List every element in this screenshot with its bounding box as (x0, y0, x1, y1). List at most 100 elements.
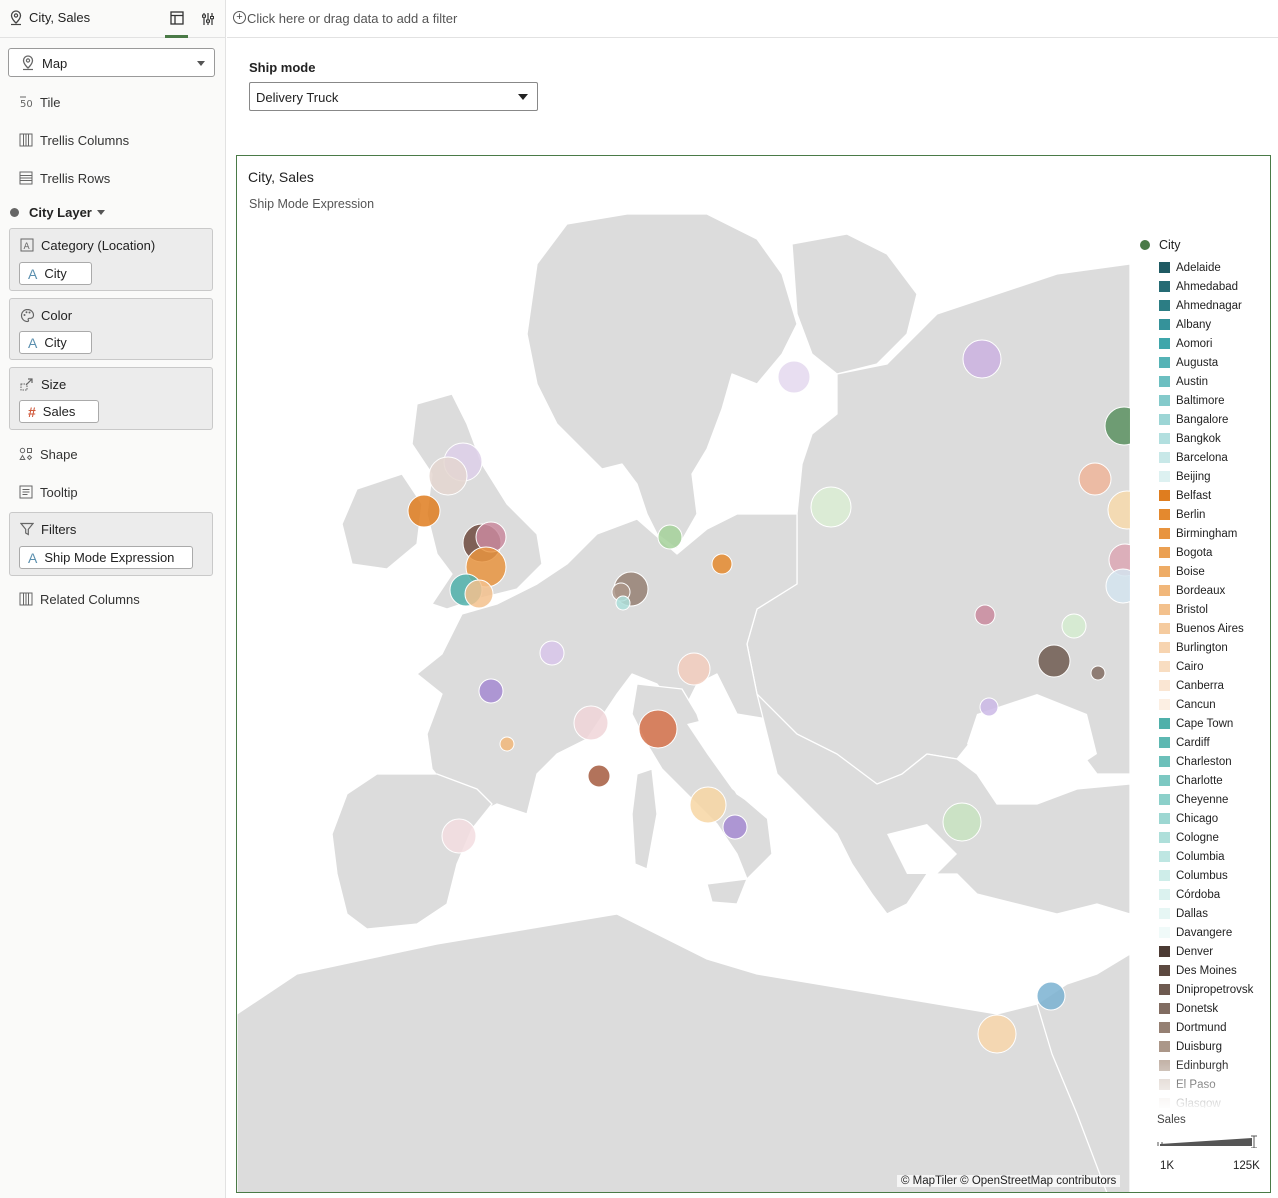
sales-bubble[interactable] (1036, 981, 1066, 1011)
size-edge[interactable]: Size # Sales (9, 367, 213, 430)
sales-bubble[interactable] (711, 553, 733, 575)
legend-item[interactable]: Columbus (1137, 866, 1267, 885)
layer-selector[interactable]: City Layer (10, 205, 105, 220)
filters-edge[interactable]: Filters A Ship Mode Expression (9, 512, 213, 576)
properties-tab-icon[interactable] (198, 0, 218, 38)
sales-bubble[interactable] (942, 802, 982, 842)
legend-item[interactable]: Austin (1137, 372, 1267, 391)
legend-item[interactable]: Albany (1137, 315, 1267, 334)
legend-item[interactable]: Buenos Aires (1137, 619, 1267, 638)
sales-bubble[interactable] (810, 486, 852, 528)
legend-item[interactable]: Columbia (1137, 847, 1267, 866)
sales-bubble[interactable] (1090, 665, 1106, 681)
legend-item[interactable]: Baltimore (1137, 391, 1267, 410)
sales-bubble[interactable] (1061, 613, 1087, 639)
chevron-down-icon (96, 210, 105, 215)
legend-item[interactable]: Des Moines (1137, 961, 1267, 980)
legend-item[interactable]: Charleston (1137, 752, 1267, 771)
legend-item[interactable]: Bristol (1137, 600, 1267, 619)
legend-item[interactable]: Córdoba (1137, 885, 1267, 904)
pill-label: Sales (42, 404, 76, 419)
legend-item[interactable]: Dortmund (1137, 1018, 1267, 1037)
sales-bubble[interactable] (615, 595, 631, 611)
category-city-pill[interactable]: A City (19, 262, 92, 285)
legend-item[interactable]: Boise (1137, 562, 1267, 581)
legend-swatch (1159, 1041, 1170, 1052)
legend-item[interactable]: Ahmedabad (1137, 277, 1267, 296)
sales-bubble[interactable] (573, 705, 609, 741)
sales-bubble[interactable] (638, 709, 678, 749)
legend-item[interactable]: Dnipropetrovsk (1137, 980, 1267, 999)
color-edge[interactable]: Color A City (9, 298, 213, 360)
sales-bubble[interactable] (1037, 644, 1071, 678)
sales-bubble[interactable] (428, 456, 468, 496)
map-canvas[interactable] (237, 214, 1130, 1193)
sales-bubble[interactable] (539, 640, 565, 666)
tooltip-row[interactable]: Tooltip (18, 482, 78, 502)
ship-mode-dropdown[interactable]: Delivery Truck (249, 82, 538, 111)
legend-item[interactable]: Augusta (1137, 353, 1267, 372)
legend-item[interactable]: Bangalore (1137, 410, 1267, 429)
legend-item[interactable]: Cheyenne (1137, 790, 1267, 809)
legend-item[interactable]: Chicago (1137, 809, 1267, 828)
legend-item[interactable]: Cancun (1137, 695, 1267, 714)
legend-item[interactable]: Burlington (1137, 638, 1267, 657)
legend-item[interactable]: Cairo (1137, 657, 1267, 676)
legend-item[interactable]: Duisburg (1137, 1037, 1267, 1056)
sales-bubble[interactable] (979, 697, 999, 717)
legend-item[interactable]: Davangere (1137, 923, 1267, 942)
sales-bubble[interactable] (1078, 462, 1112, 496)
sales-bubble[interactable] (722, 814, 748, 840)
legend-item[interactable]: Aomori (1137, 334, 1267, 353)
sales-bubble[interactable] (499, 736, 515, 752)
legend-label: Donetsk (1176, 1002, 1219, 1015)
sales-bubble[interactable] (974, 604, 996, 626)
viz-type-dropdown[interactable]: Map (8, 48, 215, 77)
legend-item[interactable]: Belfast (1137, 486, 1267, 505)
filter-bar[interactable]: + Click here or drag data to add a filte… (227, 0, 1278, 38)
sales-bubble[interactable] (464, 579, 494, 609)
sales-bubble[interactable] (689, 786, 727, 824)
legend-item[interactable]: Berlin (1137, 505, 1267, 524)
sales-bubble[interactable] (407, 494, 441, 528)
sales-bubble[interactable] (977, 1014, 1017, 1054)
legend-item[interactable]: Beijing (1137, 467, 1267, 486)
sales-bubble[interactable] (962, 339, 1002, 379)
legend-item[interactable]: Bangkok (1137, 429, 1267, 448)
legend-item[interactable]: Charlotte (1137, 771, 1267, 790)
legend-item[interactable]: Cologne (1137, 828, 1267, 847)
legend-item[interactable]: Dallas (1137, 904, 1267, 923)
color-city-pill[interactable]: A City (19, 331, 92, 354)
grammar-tab-icon[interactable] (165, 0, 188, 38)
trellis-columns-row[interactable]: Trellis Columns (18, 130, 129, 150)
related-columns-row[interactable]: Related Columns (18, 589, 140, 609)
legend-item[interactable]: Birmingham (1137, 524, 1267, 543)
category-edge[interactable]: A Category (Location) A City (9, 228, 213, 291)
legend-item[interactable]: Adelaide (1137, 258, 1267, 277)
sales-bubble[interactable] (441, 818, 477, 854)
shape-row[interactable]: Shape (18, 444, 78, 464)
sales-bubble[interactable] (657, 524, 683, 550)
legend-swatch (1159, 281, 1170, 292)
map-visualization[interactable]: City, Sales Ship Mode Expression © MapTi… (236, 155, 1271, 1193)
sales-bubble[interactable] (587, 764, 611, 788)
add-filter-icon[interactable]: + (233, 11, 246, 24)
legend-item[interactable]: Ahmednagar (1137, 296, 1267, 315)
legend-item[interactable]: Cape Town (1137, 714, 1267, 733)
legend-item[interactable]: Barcelona (1137, 448, 1267, 467)
trellis-rows-row[interactable]: Trellis Rows (18, 168, 110, 188)
legend-item[interactable]: Canberra (1137, 676, 1267, 695)
legend-item[interactable]: Bordeaux (1137, 581, 1267, 600)
size-legend-max: 125K (1233, 1160, 1260, 1172)
legend-item[interactable]: Denver (1137, 942, 1267, 961)
sales-bubble[interactable] (478, 678, 504, 704)
legend-item[interactable]: Cardiff (1137, 733, 1267, 752)
sales-bubble[interactable] (777, 360, 811, 394)
tile-row[interactable]: 50 Tile (18, 92, 60, 112)
legend-label: Berlin (1176, 508, 1206, 521)
legend-item[interactable]: Donetsk (1137, 999, 1267, 1018)
ship-mode-filter-pill[interactable]: A Ship Mode Expression (19, 546, 193, 569)
size-sales-pill[interactable]: # Sales (19, 400, 99, 423)
legend-item[interactable]: Bogota (1137, 543, 1267, 562)
sales-bubble[interactable] (677, 652, 711, 686)
